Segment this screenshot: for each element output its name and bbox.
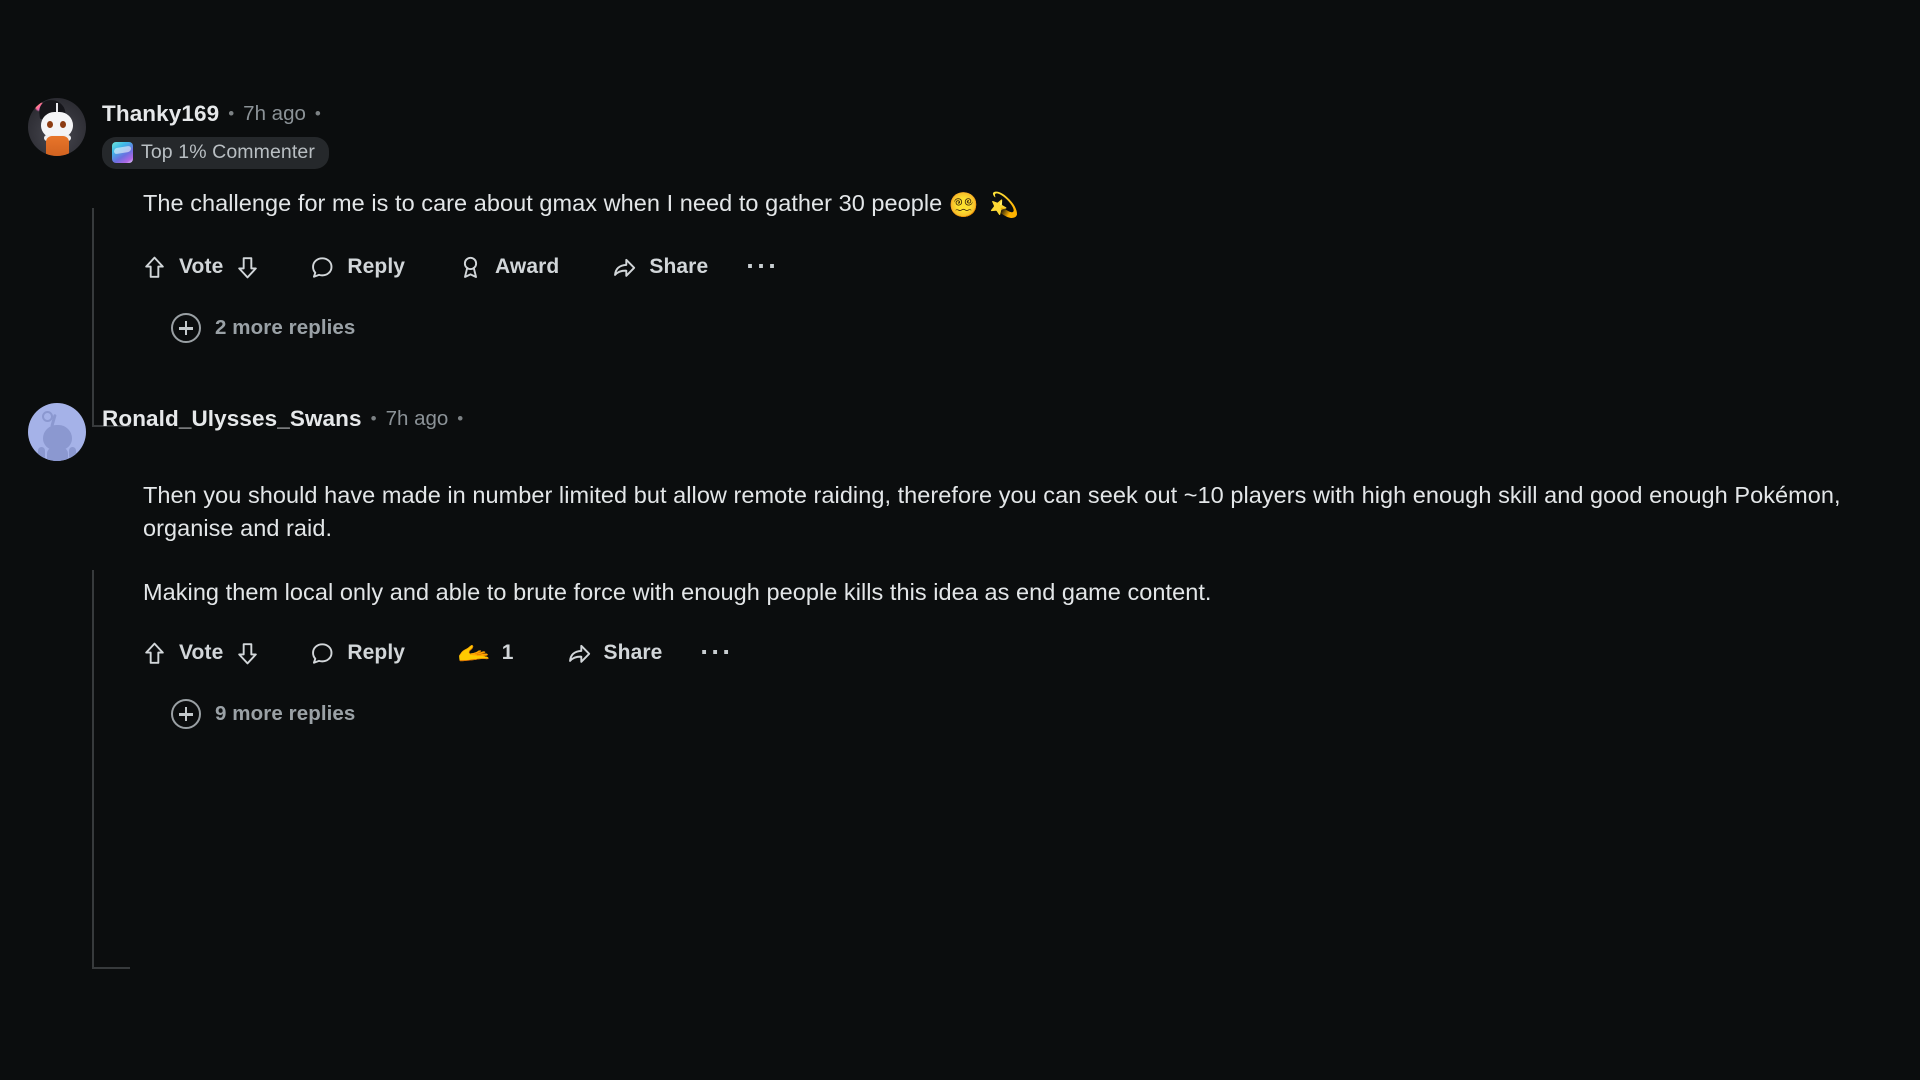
avatar-arm-right [69, 447, 76, 461]
comment-emoji: 😵‍💫 💫 [948, 192, 1022, 219]
comment-timestamp[interactable]: 7h ago [243, 102, 306, 126]
vote-group: Vote [141, 254, 261, 281]
reply-label: Reply [347, 641, 406, 665]
share-arrow-icon [611, 254, 638, 281]
share-label: Share [603, 641, 663, 665]
reply-label: Reply [347, 255, 406, 279]
share-arrow-icon [566, 640, 593, 667]
downvote-arrow-icon[interactable] [234, 254, 261, 281]
upvote-arrow-icon[interactable] [141, 254, 168, 281]
comment-header: Thanky169 • 7h ago • Top 1% Commenter [28, 98, 1920, 169]
reddit-comment-thread: Thanky169 • 7h ago • Top 1% Commenter Th… [0, 0, 1920, 1080]
byline-separator-2: • [457, 408, 464, 428]
top-commenter-icon [112, 142, 133, 163]
avatar[interactable] [28, 403, 86, 462]
avatar-antenna-ball [42, 411, 53, 423]
comment-body: The challenge for me is to care about gm… [143, 187, 1920, 223]
avatar[interactable] [28, 98, 86, 156]
share-button[interactable]: Share [611, 254, 708, 281]
comment-thanky169: Thanky169 • 7h ago • Top 1% Commenter Th… [0, 0, 1920, 344]
comment-ronald-ulysses-swans: Ronald_Ulysses_Swans • 7h ago • Then you… [0, 343, 1920, 730]
vote-group: Vote [141, 640, 261, 667]
thread-elbow-ronald [92, 967, 130, 969]
byline-separator: • [370, 408, 377, 428]
award-ribbon-icon [457, 254, 484, 281]
comment-paragraph: Making them local only and able to brute… [143, 578, 1212, 605]
more-replies-button-thanky[interactable]: 2 more replies [171, 313, 1920, 344]
comment-header: Ronald_Ulysses_Swans • 7h ago • [28, 403, 1920, 462]
comment-paragraph: The challenge for me is to care about gm… [143, 187, 1920, 223]
comment-author-link[interactable]: Thanky169 [102, 101, 219, 127]
avatar-eye-right [60, 121, 66, 128]
byline: Thanky169 • 7h ago • [102, 101, 329, 127]
comment-bubble-icon [309, 254, 336, 281]
comment-bubble-icon [309, 640, 336, 667]
vote-count-label[interactable]: Vote [179, 255, 223, 279]
upvote-arrow-icon[interactable] [141, 640, 168, 667]
status-badge[interactable]: Top 1% Commenter [102, 137, 329, 169]
avatar-arm-left [38, 447, 45, 461]
share-label: Share [649, 255, 709, 279]
comment-action-bar: Vote Reply 🫴 1 Share ··· [141, 631, 1920, 675]
more-replies-label: 2 more replies [215, 316, 356, 340]
comment-action-bar: Vote Reply Award Share ··· [141, 245, 1920, 289]
avatar-eye-left [47, 121, 53, 128]
more-replies-button-ronald[interactable]: 9 more replies [171, 699, 1920, 730]
reply-button[interactable]: Reply [309, 254, 405, 281]
overflow-menu-button[interactable]: ··· [700, 639, 733, 665]
plus-circle-icon [171, 313, 201, 344]
avatar-body [47, 447, 68, 462]
comment-paragraph: Then you should have made in number limi… [143, 482, 1841, 542]
comment-timestamp[interactable]: 7h ago [386, 407, 449, 431]
reply-button[interactable]: Reply [309, 640, 405, 667]
comment-author-link[interactable]: Ronald_Ulysses_Swans [102, 406, 362, 432]
vote-count-label[interactable]: Vote [179, 641, 223, 665]
award-button[interactable]: Award [457, 254, 559, 281]
downvote-arrow-icon[interactable] [234, 640, 261, 667]
byline-separator: • [228, 103, 235, 123]
status-badge-label: Top 1% Commenter [141, 141, 315, 163]
more-replies-label: 9 more replies [215, 702, 356, 726]
gold-award-icon: 🫴 [457, 637, 491, 668]
overflow-menu-button[interactable]: ··· [746, 253, 779, 279]
award-count: 1 [501, 641, 514, 665]
header-text: Ronald_Ulysses_Swans • 7h ago • [102, 403, 463, 432]
award-count-button[interactable]: 🫴 1 [457, 637, 514, 668]
header-text: Thanky169 • 7h ago • Top 1% Commenter [102, 98, 329, 169]
byline-separator-2: • [314, 103, 321, 123]
share-button[interactable]: Share [566, 640, 663, 667]
avatar-body [46, 136, 69, 156]
byline: Ronald_Ulysses_Swans • 7h ago • [102, 406, 463, 432]
comment-body: Then you should have made in number limi… [143, 479, 1920, 609]
comment-text: The challenge for me is to care about gm… [143, 190, 949, 216]
plus-circle-icon [171, 699, 201, 730]
award-label: Award [495, 255, 560, 279]
